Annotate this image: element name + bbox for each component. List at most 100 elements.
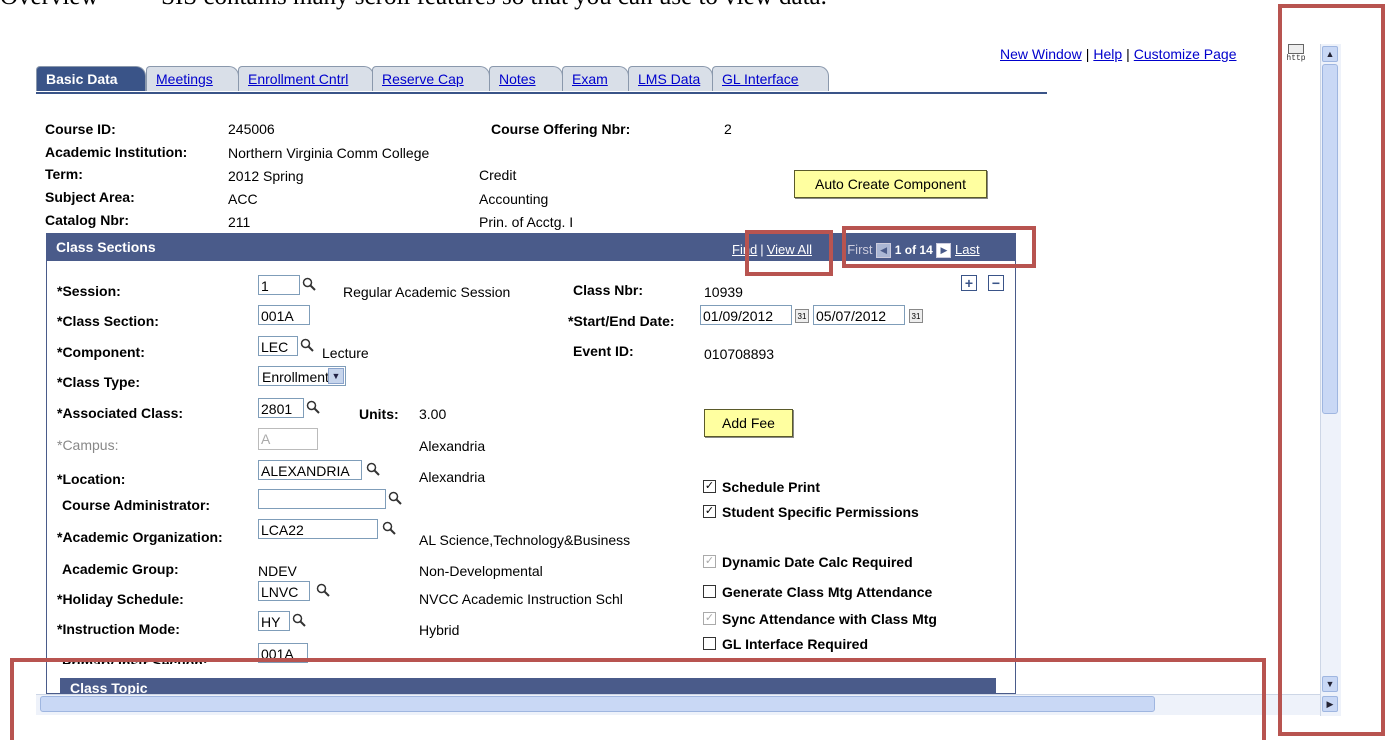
catalog-value: 211 bbox=[228, 214, 251, 230]
associated-class-label: *Associated Class: bbox=[57, 405, 184, 421]
subject-value: ACC bbox=[228, 191, 258, 207]
instruction-mode-label: *Instruction Mode: bbox=[57, 621, 180, 637]
course-admin-lookup-magnifier-icon[interactable] bbox=[388, 491, 402, 505]
event-id-label: Event ID: bbox=[573, 343, 634, 359]
location-input[interactable]: ALEXANDRIA bbox=[258, 460, 362, 480]
component-lookup-magnifier-icon[interactable] bbox=[300, 338, 314, 352]
end-date-calendar-icon[interactable]: 31 bbox=[909, 309, 923, 323]
instruction-mode-desc: Hybrid bbox=[419, 622, 460, 638]
pagination-annotation-box bbox=[842, 226, 1036, 268]
tab-lms-data[interactable]: LMS Data bbox=[628, 66, 713, 91]
schedule-print-checkbox[interactable]: ✓ bbox=[703, 480, 716, 493]
separator: | bbox=[1126, 46, 1130, 62]
tab-exam[interactable]: Exam bbox=[562, 66, 629, 91]
tab-underline bbox=[36, 92, 1047, 94]
add-fee-button[interactable]: Add Fee bbox=[704, 409, 793, 437]
term-value: 2012 Spring bbox=[228, 168, 304, 184]
add-row-plus-icon[interactable]: + bbox=[961, 275, 977, 291]
student-specific-permissions-checkbox[interactable]: ✓ bbox=[703, 505, 716, 518]
chevron-down-icon: ▼ bbox=[328, 368, 344, 384]
academic-group-desc: Non-Developmental bbox=[419, 563, 543, 579]
location-desc: Alexandria bbox=[419, 469, 486, 485]
term-label: Term: bbox=[45, 166, 83, 182]
auto-create-component-button[interactable]: Auto Create Component bbox=[794, 170, 987, 198]
component-label: *Component: bbox=[57, 344, 145, 360]
tab-notes[interactable]: Notes bbox=[489, 66, 563, 91]
campus-label: *Campus: bbox=[57, 437, 119, 453]
start-end-date-label: *Start/End Date: bbox=[568, 313, 675, 329]
generate-class-mtg-attendance-label: Generate Class Mtg Attendance bbox=[722, 584, 933, 600]
catalog-desc: Prin. of Acctg. I bbox=[479, 214, 574, 230]
academic-org-desc: AL Science,Technology&Business bbox=[419, 532, 631, 548]
course-id-value: 245006 bbox=[228, 121, 275, 137]
new-window-link[interactable]: New Window bbox=[1000, 46, 1082, 62]
component-input[interactable]: LEC bbox=[258, 336, 298, 356]
class-sections-body bbox=[46, 261, 1016, 694]
offering-label: Course Offering Nbr: bbox=[491, 121, 631, 137]
units-label: Units: bbox=[359, 406, 399, 422]
course-admin-label: Course Administrator: bbox=[62, 497, 211, 513]
tab-meetings[interactable]: Meetings bbox=[146, 66, 239, 91]
delete-row-minus-icon[interactable]: − bbox=[988, 275, 1004, 291]
academic-group-value: NDEV bbox=[258, 563, 297, 579]
class-type-label: *Class Type: bbox=[57, 374, 140, 390]
units-value: 3.00 bbox=[419, 406, 447, 422]
session-input[interactable]: 1 bbox=[258, 275, 300, 295]
class-nbr-label: Class Nbr: bbox=[573, 282, 644, 298]
session-lookup-magnifier-icon[interactable] bbox=[302, 277, 316, 291]
tab-reserve-cap[interactable]: Reserve Cap bbox=[372, 66, 490, 91]
document-heading: Overview SIS contains many scroll featur… bbox=[0, 0, 827, 11]
gl-interface-required-checkbox[interactable] bbox=[703, 637, 716, 650]
tab-basic-data[interactable]: Basic Data bbox=[36, 66, 146, 91]
instruction-mode-lookup-magnifier-icon[interactable] bbox=[292, 613, 306, 627]
tab-enrollment-cntrl[interactable]: Enrollment Cntrl bbox=[238, 66, 374, 91]
catalog-label: Catalog Nbr: bbox=[45, 212, 129, 228]
offering-value: 2 bbox=[724, 121, 732, 137]
location-label: *Location: bbox=[57, 471, 126, 487]
separator: | bbox=[1085, 46, 1090, 62]
subject-label: Subject Area: bbox=[45, 189, 135, 205]
location-lookup-magnifier-icon[interactable] bbox=[366, 462, 380, 476]
class-section-input[interactable]: 001A bbox=[258, 305, 310, 325]
component-desc: Lecture bbox=[322, 345, 369, 361]
academic-group-label: Academic Group: bbox=[62, 561, 179, 577]
class-nbr-value: 10939 bbox=[704, 284, 743, 300]
academic-org-input[interactable]: LCA22 bbox=[258, 519, 378, 539]
schedule-print-label: Schedule Print bbox=[722, 479, 821, 495]
class-type-selected: Enrollment bbox=[262, 369, 329, 385]
academic-org-label: *Academic Organization: bbox=[57, 529, 223, 545]
event-id-value: 010708893 bbox=[704, 346, 775, 362]
tab-gl-interface[interactable]: GL Interface bbox=[712, 66, 829, 91]
holiday-schedule-lookup-magnifier-icon[interactable] bbox=[316, 583, 330, 597]
institution-value: Northern Virginia Comm College bbox=[228, 145, 430, 161]
dynamic-date-calc-checkbox: ✓ bbox=[703, 555, 716, 568]
holiday-schedule-desc: NVCC Academic Instruction Schl bbox=[419, 591, 623, 607]
help-link[interactable]: Help bbox=[1093, 46, 1122, 62]
start-date-calendar-icon[interactable]: 31 bbox=[795, 309, 809, 323]
customize-page-link[interactable]: Customize Page bbox=[1134, 46, 1237, 62]
horizontal-scroll-annotation-box bbox=[10, 658, 1266, 740]
dynamic-date-calc-label: Dynamic Date Calc Required bbox=[722, 554, 913, 570]
academic-org-lookup-magnifier-icon[interactable] bbox=[382, 521, 396, 535]
institution-label: Academic Institution: bbox=[45, 144, 188, 160]
end-date-input[interactable]: 05/07/2012 bbox=[813, 305, 905, 325]
vertical-scroll-annotation-box bbox=[1278, 4, 1385, 736]
associated-class-lookup-magnifier-icon[interactable] bbox=[306, 400, 320, 414]
class-type-select[interactable]: Enrollment ▼ bbox=[258, 366, 346, 386]
session-label: *Session: bbox=[57, 283, 121, 299]
associated-class-input[interactable]: 2801 bbox=[258, 398, 304, 418]
credit-value: Credit bbox=[479, 167, 517, 183]
instruction-mode-input[interactable]: HY bbox=[258, 611, 290, 631]
holiday-schedule-input[interactable]: LNVC bbox=[258, 581, 310, 601]
generate-class-mtg-attendance-checkbox[interactable] bbox=[703, 585, 716, 598]
class-section-label: *Class Section: bbox=[57, 313, 159, 329]
session-desc: Regular Academic Session bbox=[343, 284, 511, 300]
subject-desc: Accounting bbox=[479, 191, 549, 207]
sync-attendance-label: Sync Attendance with Class Mtg bbox=[722, 611, 937, 627]
start-date-input[interactable]: 01/09/2012 bbox=[700, 305, 792, 325]
sync-attendance-checkbox: ✓ bbox=[703, 612, 716, 625]
student-specific-permissions-label: Student Specific Permissions bbox=[722, 504, 919, 520]
top-links: New Window | Help | Customize Page bbox=[1000, 46, 1237, 62]
campus-desc: Alexandria bbox=[419, 438, 486, 454]
course-admin-input[interactable] bbox=[258, 489, 386, 509]
